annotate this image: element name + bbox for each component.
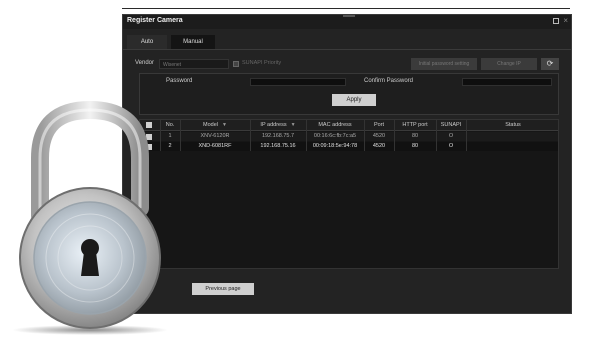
col-ip[interactable]: IP address ▼ [250,120,306,130]
cell-port: 4520 [372,133,386,139]
col-status: Status [505,122,521,128]
table-header: No. Model ▼ IP address ▼ MAC address Port … [140,120,558,131]
title-notch [343,15,355,17]
cell-mac: 00:09:18:5e:94:78 [312,143,358,149]
title-bar: Register Camera × [123,15,571,29]
camera-table: No. Model ▼ IP address ▼ MAC address Port … [139,119,559,269]
keyhole-slot [81,252,99,276]
change-ip-button[interactable]: Change IP [481,58,537,70]
refresh-icon: ⟳ [546,59,554,68]
table-row[interactable]: 2 XND-6081RF 192.168.75.16 00:09:18:5e:9… [140,142,558,151]
cell-status [466,132,560,141]
vendor-row: Vendor Wisenet SUNAPI Priority Initial p… [135,58,565,71]
vendor-select[interactable]: Wisenet [159,59,229,69]
col-http-port: HTTP port [402,122,428,128]
close-icon[interactable]: × [563,16,568,26]
padlock-illustration [12,100,168,335]
column-divider [306,120,307,151]
cell-sunapi: O [448,133,454,139]
column-divider [466,120,467,151]
col-sunapi: SUNAPI [440,122,462,128]
cell-http-port: 80 [411,143,419,149]
filter-icon[interactable]: ▼ [222,122,227,128]
col-mac: MAC address [318,122,352,128]
password-panel: Password Confirm Password Apply [139,73,559,115]
tab-auto[interactable]: Auto [127,35,167,49]
col-model[interactable]: Model ▼ [180,120,250,130]
refresh-button[interactable]: ⟳ [541,58,559,70]
vendor-label: Vendor [135,60,155,66]
window-title: Register Camera [127,17,183,24]
sunapi-priority-label: SUNAPI Priority [242,60,282,66]
cell-ip: 192.168.75.16 [260,143,296,149]
column-divider [394,120,395,151]
column-divider [364,120,365,151]
column-divider [180,120,181,151]
table-row[interactable]: 1 XNV-6120R 192.168.75.7 00:16:6c:fb:7c:… [140,132,558,141]
previous-page-button[interactable]: Previous page [192,283,254,295]
cell-sunapi: O [448,143,454,149]
register-camera-window: Register Camera × Auto Manual Vendor Wis… [122,14,572,314]
column-divider [436,120,437,151]
cell-model: XNV-6120R [200,133,230,139]
maximize-icon[interactable] [553,18,559,24]
top-divider [122,8,570,9]
column-divider [250,120,251,151]
cell-status [466,142,560,151]
password-label: Password [166,78,193,84]
tab-bar: Auto Manual [123,35,571,50]
apply-button[interactable]: Apply [332,94,376,106]
col-port: Port [373,122,385,128]
cell-http-port: 80 [411,133,419,139]
password-input[interactable] [250,78,346,86]
tab-manual[interactable]: Manual [171,35,215,49]
cell-model: XND-6081RF [198,143,232,149]
filter-icon[interactable]: ▼ [291,122,296,128]
cell-mac: 00:16:6c:fb:7c:a5 [313,133,357,139]
sunapi-priority-checkbox[interactable] [233,61,239,67]
cell-port: 4520 [372,143,386,149]
confirm-password-label: Confirm Password [364,78,414,84]
confirm-password-input[interactable] [462,78,552,86]
initial-password-button[interactable]: Initial password setting [411,58,477,70]
cell-ip: 192.168.75.7 [261,133,295,139]
